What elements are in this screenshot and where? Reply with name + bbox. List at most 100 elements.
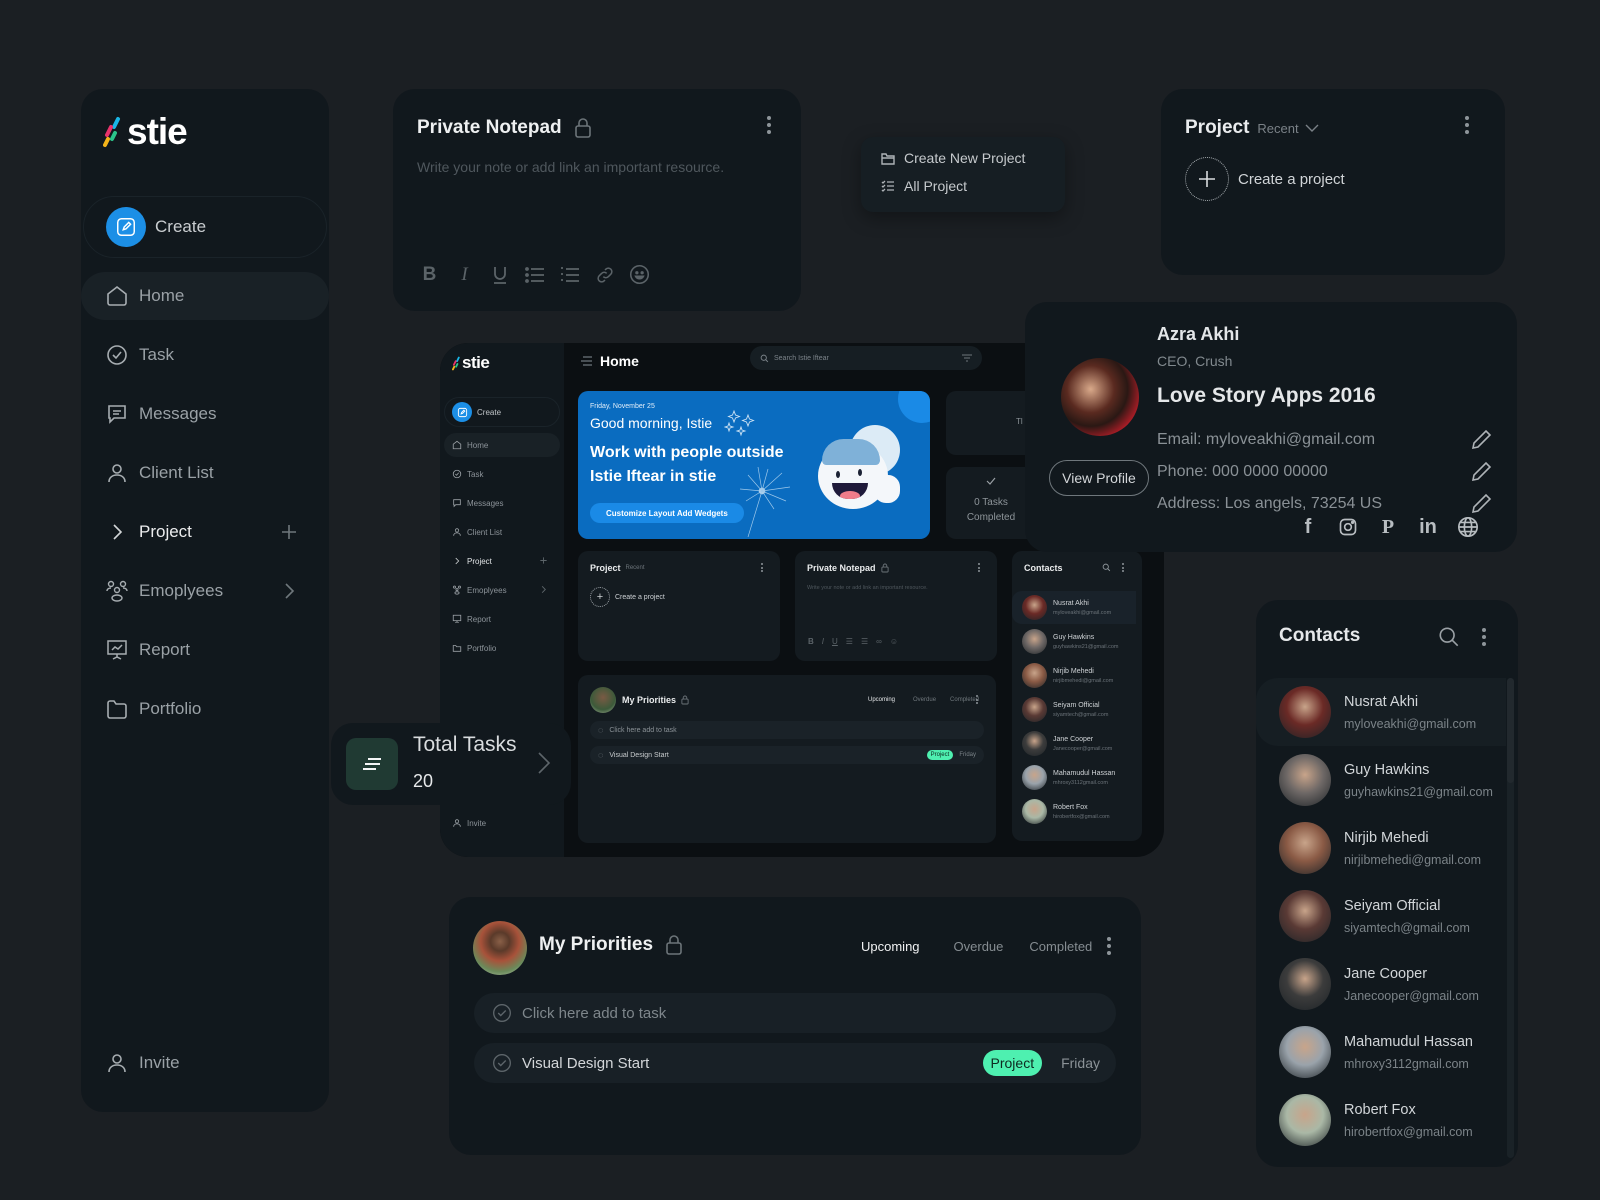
link-icon[interactable] (594, 264, 615, 285)
preview-nav-home[interactable]: Home (444, 433, 560, 457)
instagram-icon[interactable] (1337, 516, 1359, 538)
preview-contact-item[interactable]: Nusrat Akhi myloveakhi@gmail.com (1022, 595, 1111, 620)
view-profile-button[interactable]: View Profile (1049, 460, 1149, 496)
emoji-icon[interactable]: ☺ (890, 637, 898, 646)
logo[interactable]: stie (103, 111, 188, 153)
underline-icon[interactable] (489, 264, 510, 285)
bullet-list-icon[interactable] (524, 264, 545, 285)
preview-task-row[interactable]: ◌ Visual Design Start Project Friday (590, 746, 984, 764)
chevron-right-icon[interactable] (279, 581, 299, 601)
menu-item-all-project[interactable]: All Project (881, 178, 967, 194)
contact-item[interactable]: Jane Cooper Janecooper@gmail.com (1256, 950, 1506, 1018)
more-options-icon[interactable] (1461, 116, 1473, 134)
contact-item[interactable]: Nusrat Akhi myloveakhi@gmail.com (1256, 678, 1506, 746)
bold-icon[interactable]: B (419, 264, 440, 285)
more-options-icon[interactable] (1122, 563, 1124, 572)
sidebar-item-project[interactable]: Project (81, 508, 329, 556)
link-icon[interactable]: ∞ (876, 637, 882, 646)
preview-contact-item[interactable]: Mahamudul Hassan mhroxy3112gmail.com (1022, 765, 1115, 790)
contact-item[interactable]: Nirjib Mehedi nirjibmehedi@gmail.com (1256, 814, 1506, 882)
filter-icon[interactable] (962, 354, 972, 362)
linkedin-icon[interactable]: in (1417, 516, 1439, 538)
preview-tab-overdue[interactable]: Overdue (913, 697, 936, 703)
preview-tab-completed[interactable]: Completed (950, 697, 979, 703)
customize-layout-button[interactable]: Customize Layout Add Wedgets (590, 503, 744, 523)
numbered-list-icon[interactable] (559, 264, 580, 285)
contact-item[interactable]: Robert Fox hirobertfox@gmail.com (1256, 1086, 1506, 1154)
tab-upcoming[interactable]: Upcoming (861, 939, 920, 954)
notepad-input[interactable]: Write your note or add link an important… (417, 159, 724, 175)
facebook-icon[interactable]: f (1297, 516, 1319, 538)
sidebar-item-portfolio[interactable]: Portfolio (81, 685, 329, 733)
preview-recent-dropdown[interactable]: Recent (626, 565, 645, 571)
tab-overdue[interactable]: Overdue (954, 939, 1004, 954)
menu-icon[interactable] (580, 356, 592, 366)
preview-contact-item[interactable]: Seiyam Official siyamtech@gmail.com (1022, 697, 1108, 722)
chevron-right-icon[interactable] (539, 585, 548, 594)
preview-create-button[interactable]: Create (444, 397, 560, 427)
plus-icon[interactable] (279, 522, 299, 542)
sidebar-item-messages[interactable]: Messages (81, 390, 329, 438)
emoji-icon[interactable] (629, 264, 650, 285)
preview-create-project[interactable]: + Create a project (590, 587, 665, 607)
bullet-list-icon[interactable]: ☰ (846, 637, 853, 646)
create-button[interactable]: Create (83, 196, 327, 258)
pencil-icon[interactable] (1469, 428, 1493, 452)
more-options-icon[interactable] (976, 695, 978, 704)
bold-icon[interactable]: B (808, 637, 814, 646)
pinterest-icon[interactable]: P (1377, 516, 1399, 538)
total-tasks-card[interactable]: Total Tasks 20 (331, 723, 571, 805)
preview-contact-item[interactable]: Nirjib Mehedi nirjibmehedi@gmail.com (1022, 663, 1113, 688)
search-icon[interactable] (1438, 626, 1460, 648)
italic-icon[interactable]: I (454, 264, 475, 285)
contact-item[interactable]: Guy Hawkins guyhawkins21@gmail.com (1256, 746, 1506, 814)
plus-icon[interactable] (539, 556, 548, 565)
sidebar-item-employees[interactable]: Emoplyees (81, 567, 329, 615)
preview-nav-invite[interactable]: Invite (444, 811, 560, 835)
preview-nav-report[interactable]: Report (444, 607, 560, 631)
scrollbar-thumb[interactable] (1507, 678, 1514, 783)
preview-nav-portfolio[interactable]: Portfolio (444, 636, 560, 660)
preview-nav-task[interactable]: Task (444, 462, 560, 486)
preview-contact-item[interactable]: Jane Cooper Janecooper@gmail.com (1022, 731, 1112, 756)
preview-nav-project[interactable]: Project (444, 549, 560, 573)
contact-item[interactable]: Mahamudul Hassan mhroxy3112gmail.com (1256, 1018, 1506, 1086)
sidebar-item-home[interactable]: Home (81, 272, 329, 320)
preview-contact-item[interactable]: Robert Fox hirobertfox@gmail.com (1022, 799, 1110, 824)
chevron-right-icon[interactable] (537, 751, 551, 775)
preview-contact-item[interactable]: Guy Hawkins guyhawkins21@gmail.com (1022, 629, 1119, 654)
scrollbar[interactable] (1507, 678, 1514, 1158)
sidebar-item-client-list[interactable]: Client List (81, 449, 329, 497)
menu-item-create-new-project[interactable]: Create New Project (881, 150, 1025, 166)
preview-search-input[interactable]: Search Istie Iftear (750, 346, 982, 370)
sidebar-item-task[interactable]: Task (81, 331, 329, 379)
check-circle-icon: ◌ (598, 750, 604, 760)
check-circle-icon[interactable] (492, 1053, 512, 1073)
preview-nav-employees[interactable]: Emoplyees (444, 578, 560, 602)
tab-completed[interactable]: Completed (1029, 939, 1092, 954)
more-options-icon[interactable] (978, 563, 980, 572)
preview-notepad-input[interactable]: Write your note or add link an important… (807, 585, 928, 591)
task-row[interactable]: Visual Design Start Project Friday (474, 1043, 1116, 1083)
pencil-icon[interactable] (1469, 460, 1493, 484)
add-task-input[interactable]: Click here add to task (474, 993, 1116, 1033)
sidebar-item-report[interactable]: Report (81, 626, 329, 674)
preview-tab-upcoming[interactable]: Upcoming (868, 697, 895, 703)
more-options-icon[interactable] (1478, 628, 1490, 646)
pencil-icon[interactable] (1469, 492, 1493, 516)
invite-button[interactable]: Invite (81, 1039, 329, 1087)
more-options-icon[interactable] (761, 563, 763, 572)
search-icon[interactable] (1102, 563, 1111, 572)
more-options-icon[interactable] (1103, 937, 1115, 955)
italic-icon[interactable]: I (822, 637, 824, 646)
recent-dropdown[interactable]: Recent (1257, 121, 1319, 136)
more-options-icon[interactable] (763, 116, 775, 134)
underline-icon[interactable]: U (832, 637, 838, 646)
numbered-list-icon[interactable]: ☰ (861, 637, 868, 646)
preview-add-task-input[interactable]: ◌ Click here add to task (590, 721, 984, 739)
create-project-button[interactable]: Create a project (1185, 157, 1345, 201)
contact-item[interactable]: Seiyam Official siyamtech@gmail.com (1256, 882, 1506, 950)
globe-icon[interactable] (1457, 516, 1479, 538)
preview-nav-client-list[interactable]: Client List (444, 520, 560, 544)
preview-nav-messages[interactable]: Messages (444, 491, 560, 515)
